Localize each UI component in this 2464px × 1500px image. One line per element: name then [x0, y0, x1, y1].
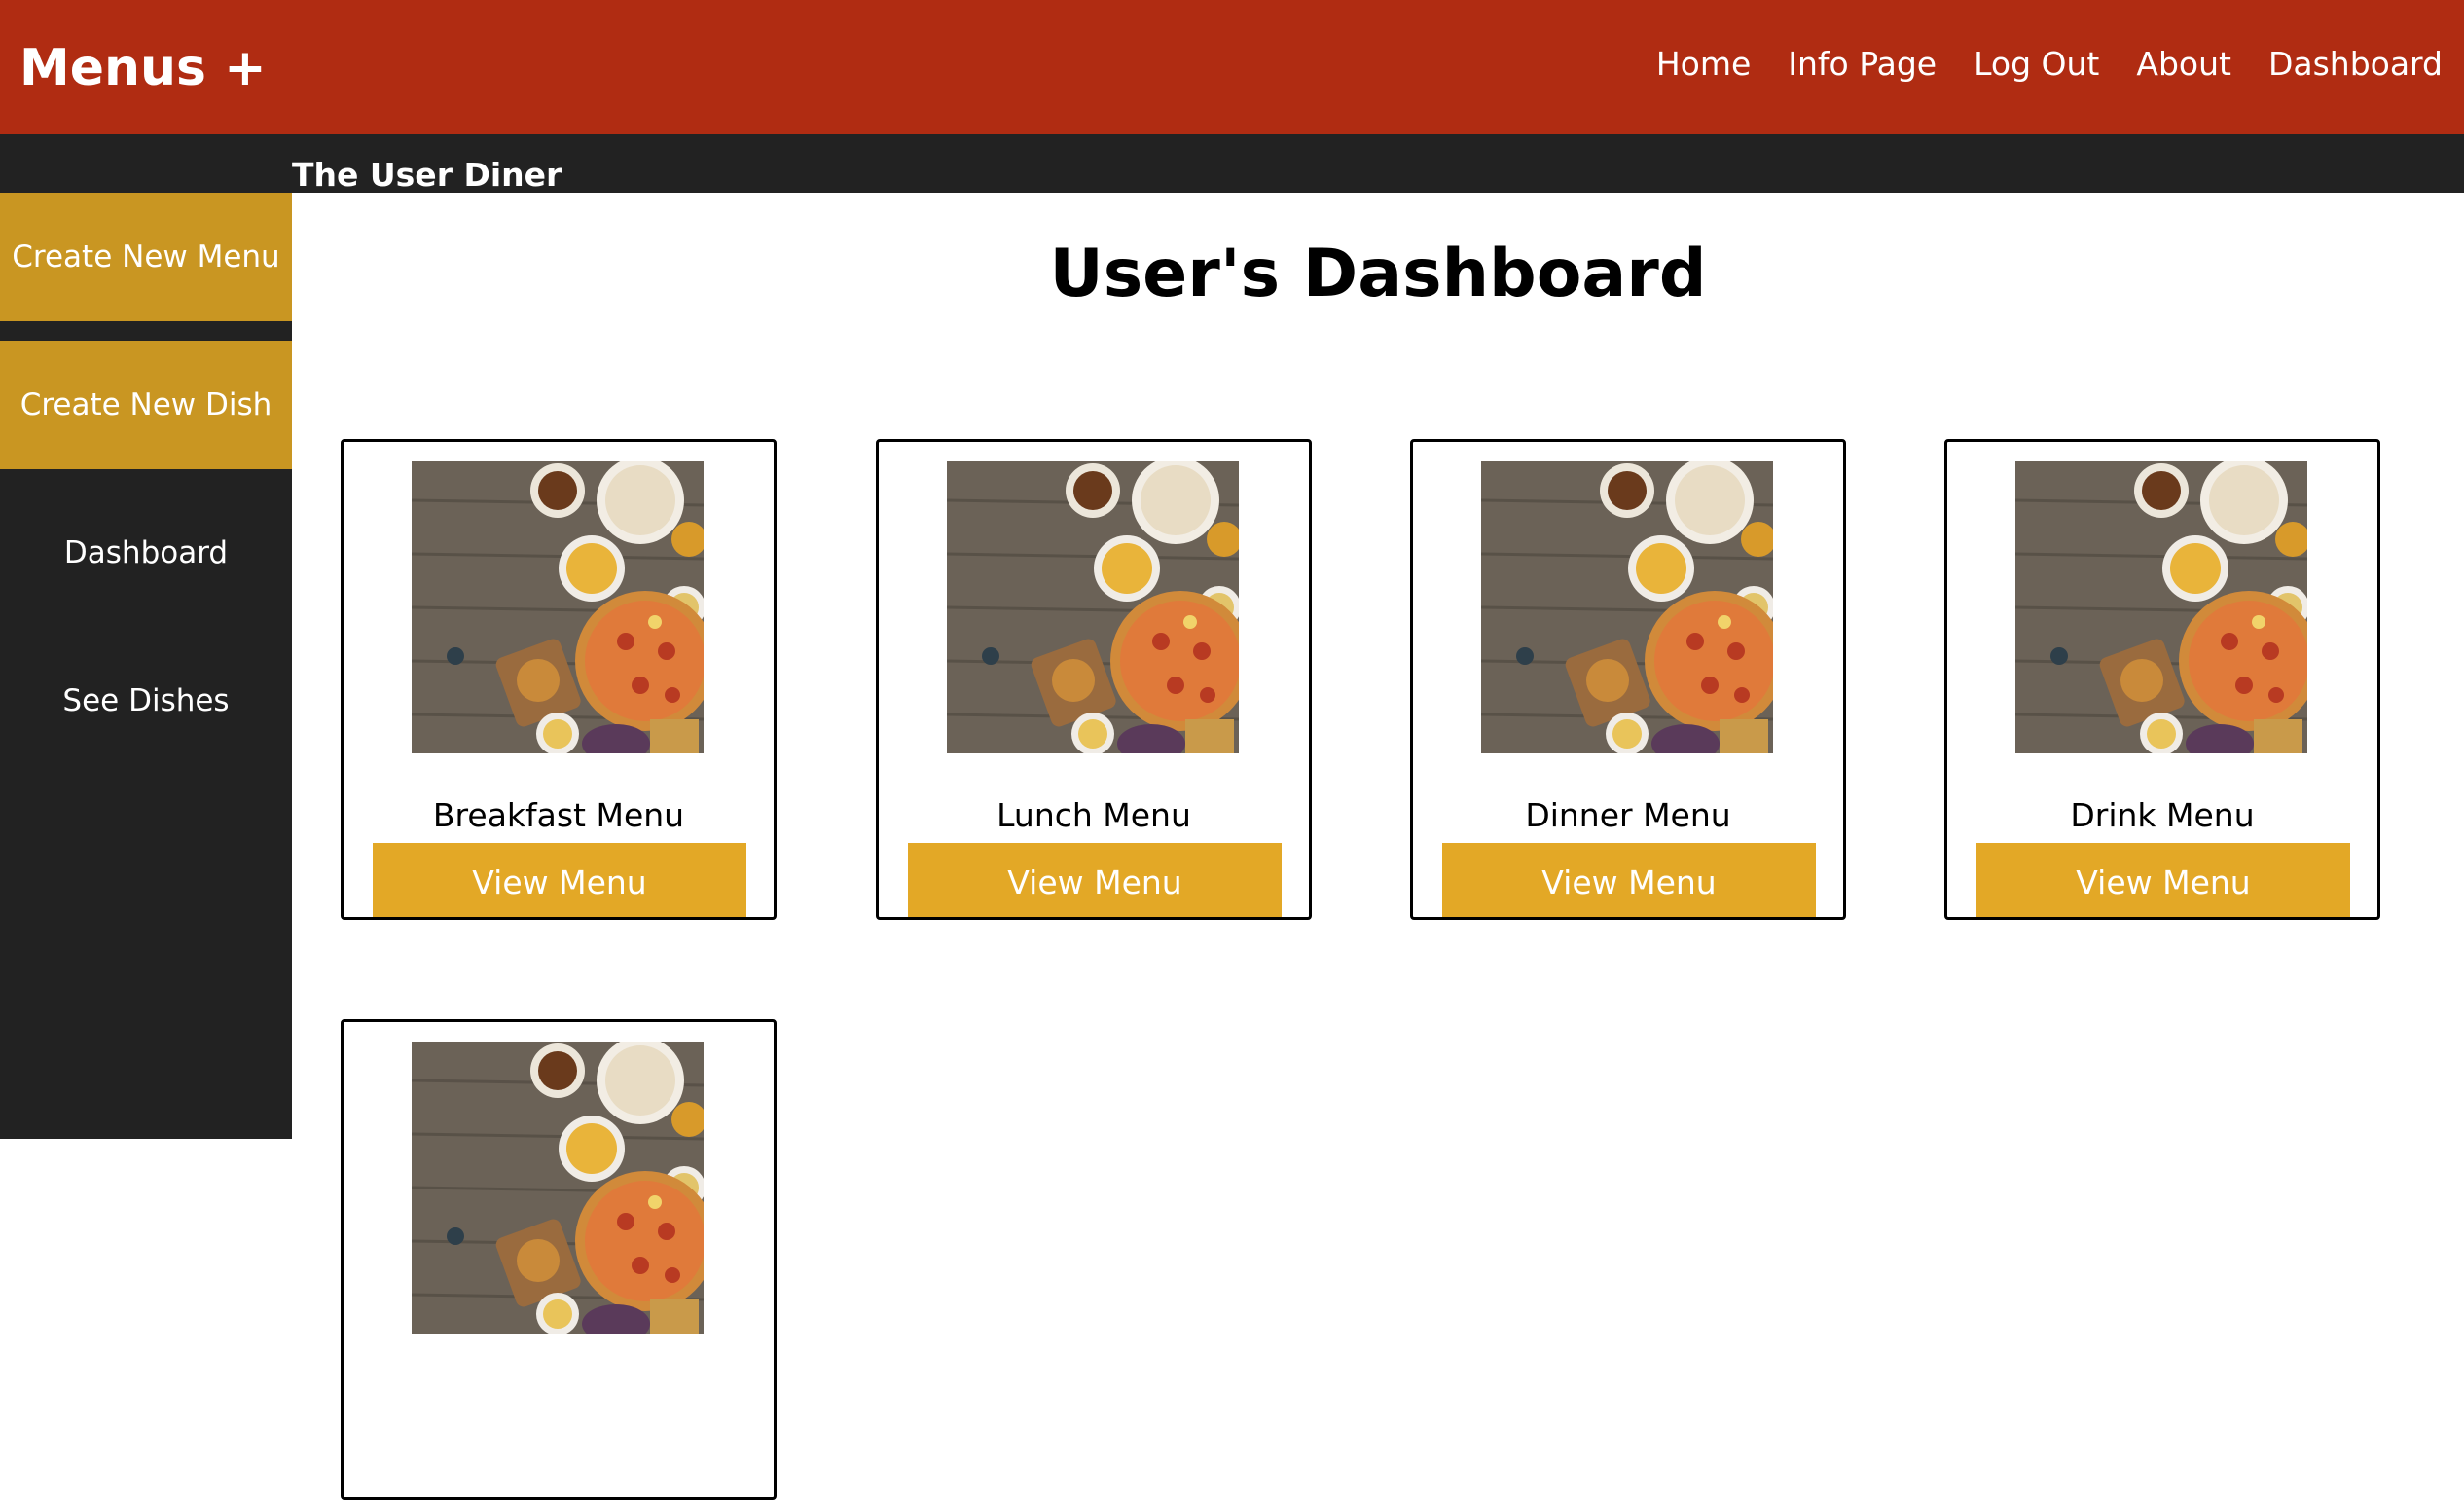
- view-menu-button[interactable]: View Menu: [373, 843, 746, 917]
- nav-about-link[interactable]: About: [2136, 43, 2231, 86]
- view-menu-button[interactable]: View Menu: [908, 843, 1282, 917]
- menu-card-lunch: Lunch Menu View Menu: [876, 439, 1312, 920]
- top-nav: Home Info Page Log Out About Dashboard: [1656, 43, 2443, 86]
- diner-name: The User Diner: [292, 156, 562, 194]
- menu-card-title: Breakfast Menu: [432, 796, 685, 834]
- create-new-dish-button[interactable]: Create New Dish: [0, 341, 292, 469]
- menu-thumbnail-image: [412, 1042, 704, 1334]
- view-menu-button[interactable]: View Menu: [1442, 843, 1816, 917]
- brand-logo[interactable]: Menus +: [19, 37, 267, 99]
- view-menu-button[interactable]: View Menu: [1976, 843, 2350, 917]
- menu-thumbnail-image: [412, 461, 704, 753]
- nav-dashboard-link[interactable]: Dashboard: [2268, 43, 2443, 86]
- menu-thumbnail-image: [1481, 461, 1773, 753]
- menu-card-title: Lunch Menu: [996, 796, 1191, 834]
- page-title: User's Dashboard: [1049, 236, 1707, 312]
- nav-info-page-link[interactable]: Info Page: [1788, 43, 1937, 86]
- top-header: Menus + Home Info Page Log Out About Das…: [0, 0, 2464, 134]
- create-new-menu-button[interactable]: Create New Menu: [0, 193, 292, 321]
- menu-card-partial: [341, 1019, 777, 1500]
- sidebar: Create New Menu Create New Dish Dashboar…: [0, 193, 292, 1139]
- menu-card-drink: Drink Menu View Menu: [1944, 439, 2380, 920]
- nav-log-out-link[interactable]: Log Out: [1974, 43, 2099, 86]
- menu-thumbnail-image: [2015, 461, 2307, 753]
- nav-home-link[interactable]: Home: [1656, 43, 1751, 86]
- menu-card-dinner: Dinner Menu View Menu: [1410, 439, 1846, 920]
- menu-card-title: Dinner Menu: [1525, 796, 1731, 834]
- sidebar-item-dashboard[interactable]: Dashboard: [0, 489, 292, 617]
- menu-thumbnail-image: [947, 461, 1239, 753]
- sub-header: The User Diner: [0, 134, 2464, 194]
- sidebar-item-see-dishes[interactable]: See Dishes: [0, 637, 292, 765]
- main-content: User's Dashboard Breakfast Menu View Men…: [292, 193, 2464, 1500]
- menu-card-breakfast: Breakfast Menu View Menu: [341, 439, 777, 920]
- menu-card-title: Drink Menu: [2070, 796, 2255, 834]
